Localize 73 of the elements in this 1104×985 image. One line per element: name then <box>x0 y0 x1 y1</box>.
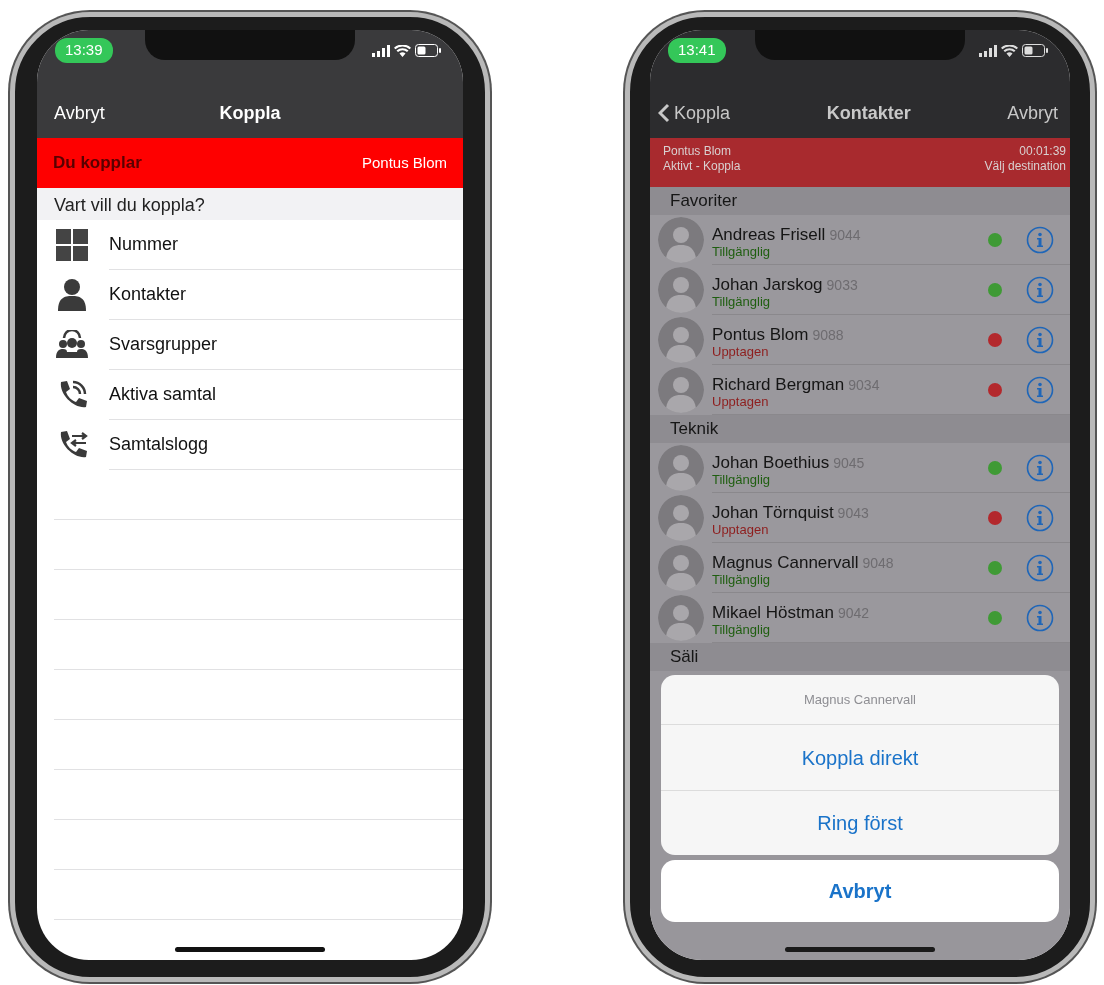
caller-name: Pontus Blom <box>663 144 733 159</box>
avatar <box>658 217 704 263</box>
section-header: Vart vill du koppla? <box>37 188 463 220</box>
contact-name: Andreas Frisell <box>712 224 826 244</box>
sheet-action[interactable]: Koppla direkt <box>661 725 1059 790</box>
avatar <box>658 545 704 591</box>
signal-icon <box>979 44 997 57</box>
presence-status: Tillgänglig <box>712 622 772 637</box>
group-header: Favoriter <box>650 187 1070 215</box>
wifi-icon <box>1001 44 1018 57</box>
wifi-icon <box>394 44 411 57</box>
presence-status: Upptagen <box>712 522 770 537</box>
presence-status: Upptagen <box>712 394 770 409</box>
contact-name: Johan Boethius <box>712 452 830 472</box>
keypad-icon <box>55 228 89 262</box>
info-icon[interactable] <box>1026 603 1054 632</box>
time-label: 13:39 <box>55 38 113 63</box>
info-icon[interactable] <box>1026 325 1054 354</box>
info-icon[interactable] <box>1026 275 1054 304</box>
menu-label: Nummer <box>109 233 178 256</box>
contact-name: Johan Törnquist <box>712 502 834 522</box>
avatar <box>658 367 704 413</box>
cancel-link[interactable]: Avbryt <box>1007 99 1062 127</box>
info-icon[interactable] <box>1026 225 1054 254</box>
back-icon <box>658 103 670 123</box>
avatar <box>658 595 704 641</box>
contact-name: Magnus Cannervall <box>712 552 859 572</box>
banner-label: Du kopplar <box>53 152 142 175</box>
info-icon[interactable] <box>1026 375 1054 404</box>
person-icon <box>56 278 88 312</box>
info-icon[interactable] <box>1026 503 1054 532</box>
caller-name: Pontus Blom <box>361 152 447 173</box>
sheet-title: Magnus Cannervall <box>661 675 1059 725</box>
call-timer: 00:01:39 <box>1018 144 1066 159</box>
menu-label: Kontakter <box>109 283 187 306</box>
call-state: Aktivt - Koppla <box>663 159 741 174</box>
time-label: 13:41 <box>668 38 726 63</box>
menu-label: Samtalslogg <box>109 433 209 456</box>
group-header: Säli <box>650 643 1070 671</box>
presence-status: Tillgänglig <box>712 244 772 259</box>
battery-icon <box>1022 44 1048 57</box>
menu-item[interactable]: Aktiva samtal <box>37 370 463 420</box>
avatar <box>658 445 704 491</box>
battery-icon <box>415 44 441 57</box>
avatar <box>658 267 704 313</box>
contact-name: Pontus Blom <box>712 324 809 344</box>
back-button[interactable]: Koppla <box>658 99 731 127</box>
avatar <box>658 317 704 363</box>
presence-status: Tillgänglig <box>712 572 772 587</box>
info-icon[interactable] <box>1026 453 1054 482</box>
presence-status: Tillgänglig <box>712 294 772 309</box>
info-icon[interactable] <box>1026 553 1054 582</box>
contact-name: Richard Bergman <box>712 374 845 394</box>
cancel-link[interactable]: Avbryt <box>54 99 105 127</box>
destination-hint: Välj destination <box>984 159 1066 174</box>
menu-item[interactable]: Nummer <box>37 220 463 270</box>
menu-item[interactable]: Samtalslogg <box>37 420 463 470</box>
avatar <box>658 495 704 541</box>
screen-title: Kontakter <box>826 101 911 125</box>
screen-title: Koppla <box>219 101 281 125</box>
menu-label: Aktiva samtal <box>109 383 217 406</box>
cancel-button[interactable]: Avbryt <box>661 860 1059 922</box>
menu-item[interactable]: Svarsgrupper <box>37 320 463 370</box>
signal-icon <box>372 44 390 57</box>
sheet-action[interactable]: Ring först <box>661 790 1059 855</box>
contact-name: Johan Jarskog <box>712 274 823 294</box>
menu-item[interactable]: Kontakter <box>37 270 463 320</box>
group-icon <box>55 330 89 360</box>
presence-status: Upptagen <box>712 344 770 359</box>
contact-name: Mikael Höstman <box>712 602 834 622</box>
group-header: Teknik <box>650 415 1070 443</box>
menu-label: Svarsgrupper <box>109 333 218 356</box>
presence-status: Tillgänglig <box>712 472 772 487</box>
